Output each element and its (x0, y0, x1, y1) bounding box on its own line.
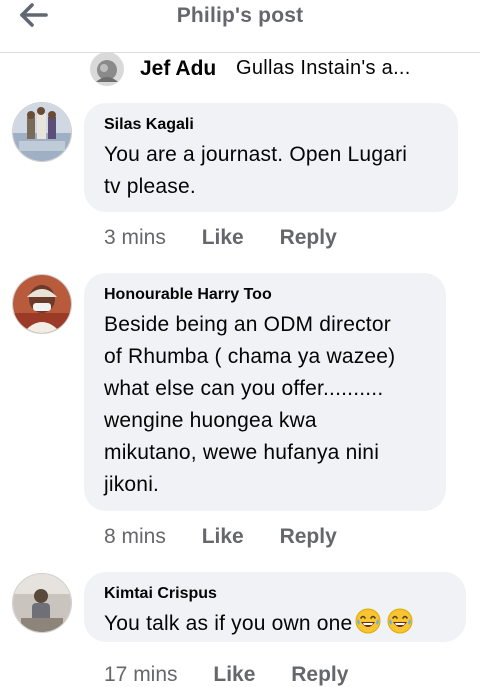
comment-text: You talk as if you own one (104, 608, 448, 640)
comment-line: jikoni. (104, 473, 160, 496)
avatar[interactable] (90, 52, 124, 86)
like-button[interactable]: Like (202, 525, 244, 549)
like-button[interactable]: Like (213, 663, 255, 687)
comment-text: You are a journast. Open Lugari tv pleas… (104, 139, 440, 203)
comment-bubble[interactable]: Kimtai Crispus You talk as if you own on… (84, 572, 466, 642)
comment-author[interactable]: Honourable Harry Too (104, 285, 428, 305)
top-bar: Philip's post (0, 0, 480, 53)
comment-time: 17 mins (104, 663, 178, 686)
comment-line: of Rhumba ( chama ya wazee) (104, 345, 396, 368)
avatar[interactable] (12, 102, 72, 162)
face-with-tears-of-joy-icon (387, 608, 413, 634)
comment-line: Beside being an ODM director (104, 313, 391, 336)
comment-line: what else can you offer.......... (104, 377, 384, 400)
comment-text: Beside being an ODM director of Rhumba (… (104, 309, 428, 501)
comment-actions: 17 mins Like Reply (104, 663, 378, 687)
avatar[interactable] (12, 573, 72, 633)
reply-preview-author[interactable]: Jef Adu (140, 57, 216, 81)
comment-line: mikutano, wewe hufanya nini (104, 441, 380, 464)
reply-button[interactable]: Reply (280, 226, 337, 250)
comment-bubble[interactable]: Silas Kagali You are a journast. Open Lu… (84, 103, 458, 212)
reply-button[interactable]: Reply (291, 663, 348, 687)
avatar[interactable] (12, 274, 72, 334)
comment-line: wengine huongea kwa (104, 409, 317, 432)
comment-author[interactable]: Kimtai Crispus (104, 584, 448, 604)
comment-actions: 8 mins Like Reply (104, 525, 367, 549)
reply-button[interactable]: Reply (280, 525, 337, 549)
comment-bubble[interactable]: Honourable Harry Too Beside being an ODM… (84, 273, 446, 511)
face-with-tears-of-joy-icon (355, 608, 381, 634)
comment-line: You talk as if you own one (104, 612, 353, 635)
comment-time: 3 mins (104, 226, 166, 249)
reply-preview[interactable]: Jef Adu Gullas Instain's a... (90, 52, 470, 86)
comment-actions: 3 mins Like Reply (104, 226, 367, 250)
reply-preview-snippet: Gullas Instain's a... (236, 57, 411, 79)
comment-author[interactable]: Silas Kagali (104, 115, 440, 135)
comment-line: tv please. (104, 175, 196, 198)
like-button[interactable]: Like (202, 226, 244, 250)
comment-line: You are a journast. Open Lugari (104, 143, 408, 166)
comment-time: 8 mins (104, 525, 166, 548)
page-title: Philip's post (176, 4, 304, 27)
